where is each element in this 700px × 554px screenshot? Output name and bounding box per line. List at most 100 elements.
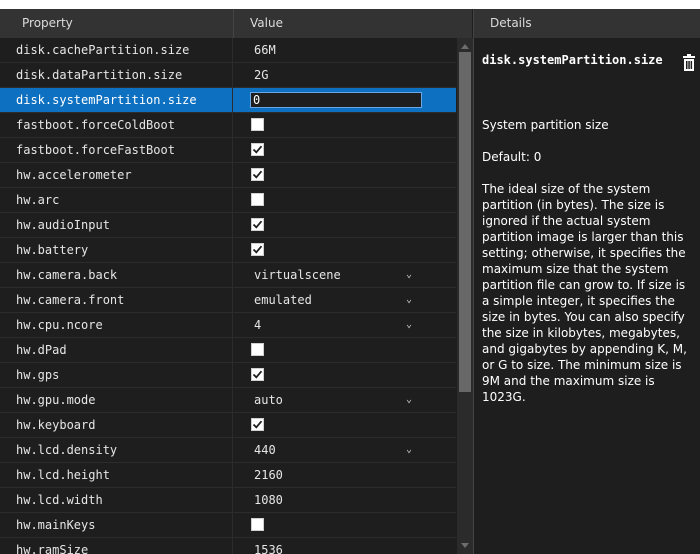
chevron-down-icon[interactable]: ⌄ [406,388,412,412]
property-row[interactable]: hw.camera.back virtualscene ⌄ [0,263,456,288]
property-row[interactable]: hw.audioInput [0,213,456,238]
property-value-text[interactable]: 1080 [254,488,283,512]
property-value-select[interactable]: 440 [254,438,276,462]
property-name: disk.dataPartition.size [0,63,233,87]
property-value-select[interactable]: emulated [254,288,312,312]
chevron-down-icon[interactable]: ⌄ [406,438,412,462]
property-value-text[interactable]: 66M [254,38,276,62]
property-row[interactable]: hw.camera.front emulated ⌄ [0,288,456,313]
property-value-cell[interactable]: 2160 [234,463,456,487]
property-value-cell[interactable] [234,163,456,187]
column-header-value[interactable]: Value [234,9,472,38]
property-value-text[interactable]: 2160 [254,463,283,487]
property-row[interactable]: hw.keyboard [0,413,456,438]
property-name: hw.battery [0,238,233,262]
property-name: disk.cachePartition.size [0,38,233,62]
property-name: hw.lcd.height [0,463,233,487]
property-row[interactable]: hw.cpu.ncore 4 ⌄ [0,313,456,338]
property-value-cell[interactable] [234,513,456,537]
property-row[interactable]: disk.dataPartition.size 2G [0,63,456,88]
chevron-down-icon[interactable]: ⌄ [406,288,412,312]
property-value-text[interactable]: 1536 [254,538,283,554]
details-default-value: Default: 0 [482,150,542,164]
property-name: hw.keyboard [0,413,233,437]
details-description: The ideal size of the system partition (… [482,182,687,404]
property-value-cell[interactable] [234,188,456,212]
property-name: hw.camera.front [0,288,233,312]
property-name: hw.cpu.ncore [0,313,233,337]
property-row[interactable]: fastboot.forceFastBoot [0,138,456,163]
property-value-select[interactable]: virtualscene [254,263,341,287]
property-row[interactable]: hw.arc [0,188,456,213]
property-value-cell[interactable] [234,338,456,362]
property-checkbox[interactable] [251,343,264,356]
chevron-down-icon[interactable]: ⌄ [406,263,412,287]
property-row[interactable]: hw.gpu.mode auto ⌄ [0,388,456,413]
property-name: hw.arc [0,188,233,212]
property-value-select[interactable]: 4 [254,313,261,337]
property-row[interactable]: hw.lcd.density 440 ⌄ [0,438,456,463]
property-checkbox[interactable] [251,243,264,256]
property-grid: disk.cachePartition.size 66M disk.dataPart… [0,38,456,554]
scroll-up-arrow-icon[interactable] [461,44,469,49]
property-name: hw.lcd.density [0,438,233,462]
property-name: fastboot.forceFastBoot [0,138,233,162]
property-value-cell[interactable]: auto ⌄ [234,388,456,412]
property-name: hw.mainKeys [0,513,233,537]
column-header-property[interactable]: Property [0,9,234,38]
property-row[interactable]: hw.lcd.width 1080 [0,488,456,513]
property-checkbox[interactable] [251,168,264,181]
property-row[interactable]: hw.dPad [0,338,456,363]
property-checkbox[interactable] [251,418,264,431]
property-row[interactable]: disk.cachePartition.size 66M [0,38,456,63]
property-value-cell[interactable]: 1536 [234,538,456,554]
property-value-cell[interactable]: 66M [234,38,456,62]
property-value-text[interactable]: 2G [254,63,268,87]
scrollbar-thumb[interactable] [459,52,471,392]
trash-icon[interactable] [682,54,698,72]
property-value-cell[interactable] [234,213,456,237]
property-name: hw.gps [0,363,233,387]
property-value-cell[interactable]: 1080 [234,488,456,512]
property-value-cell[interactable] [234,238,456,262]
property-checkbox[interactable] [251,193,264,206]
property-name: fastboot.forceColdBoot [0,113,233,137]
property-checkbox[interactable] [251,218,264,231]
property-row[interactable]: disk.systemPartition.size 0 [0,88,456,113]
property-name: disk.systemPartition.size [0,88,233,112]
property-value-input[interactable]: 0 [250,92,422,108]
property-checkbox[interactable] [251,518,264,531]
property-value-cell[interactable]: 2G [234,63,456,87]
property-checkbox[interactable] [251,143,264,156]
property-value-cell[interactable]: 0 [234,88,456,112]
chevron-down-icon[interactable]: ⌄ [406,313,412,337]
property-value-cell[interactable] [234,113,456,137]
property-name: hw.lcd.width [0,488,233,512]
property-name: hw.ramSize [0,538,233,554]
details-subtitle: System partition size [482,118,609,132]
grid-scrollbar[interactable] [457,38,473,554]
property-row[interactable]: hw.ramSize 1536 [0,538,456,554]
property-checkbox[interactable] [251,118,264,131]
property-checkbox[interactable] [251,368,264,381]
property-name: hw.gpu.mode [0,388,233,412]
property-value-cell[interactable]: 440 ⌄ [234,438,456,462]
property-value-cell[interactable]: 4 ⌄ [234,313,456,337]
property-value-cell[interactable]: emulated ⌄ [234,288,456,312]
property-value-cell[interactable] [234,413,456,437]
property-row[interactable]: hw.lcd.height 2160 [0,463,456,488]
property-name: hw.accelerometer [0,163,233,187]
property-name: hw.camera.back [0,263,233,287]
property-value-select[interactable]: auto [254,388,283,412]
property-row[interactable]: hw.accelerometer [0,163,456,188]
property-value-cell[interactable] [234,138,456,162]
property-value-cell[interactable]: virtualscene ⌄ [234,263,456,287]
property-row[interactable]: fastboot.forceColdBoot [0,113,456,138]
details-title: disk.systemPartition.size [482,53,663,67]
property-row[interactable]: hw.battery [0,238,456,263]
property-row[interactable]: hw.mainKeys [0,513,456,538]
property-row[interactable]: hw.gps [0,363,456,388]
scroll-down-arrow-icon[interactable] [461,543,469,548]
property-value-cell[interactable] [234,363,456,387]
hardware-properties-window: Property Value Details disk.cachePartiti… [0,9,700,554]
